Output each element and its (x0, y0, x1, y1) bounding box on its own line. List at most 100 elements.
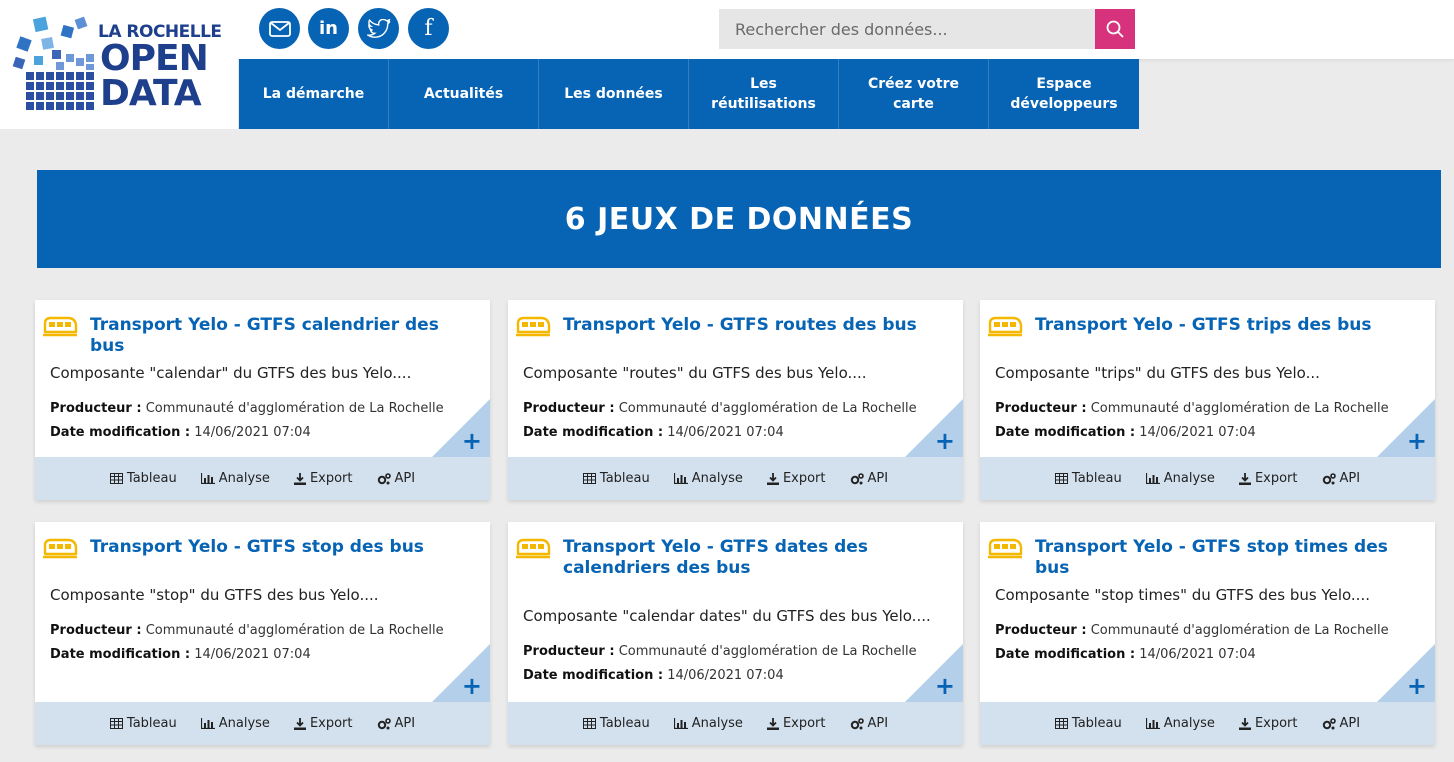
export-link[interactable]: Export (293, 471, 353, 486)
export-link[interactable]: Export (1238, 716, 1298, 731)
dataset-title[interactable]: Transport Yelo - GTFS stop des bus (90, 537, 478, 558)
facebook-button[interactable]: f (408, 8, 449, 49)
nav-item-donnees[interactable]: Les données (539, 59, 689, 129)
expand-corner[interactable]: + (1377, 644, 1435, 702)
dataset-card[interactable]: Transport Yelo - GTFS calendrier des bus… (35, 300, 490, 500)
linkedin-button[interactable]: in (308, 8, 349, 49)
logo-data: DATA (100, 73, 202, 114)
tableau-label: Tableau (599, 471, 650, 486)
producer-value: Communauté d'agglomération de La Rochell… (1090, 401, 1389, 416)
export-link[interactable]: Export (1238, 471, 1298, 486)
dataset-card[interactable]: Transport Yelo - GTFS routes des bus Comp… (508, 300, 963, 500)
api-link[interactable]: API (1322, 471, 1360, 486)
api-link[interactable]: API (377, 716, 415, 731)
dataset-title[interactable]: Transport Yelo - GTFS dates des calendri… (563, 537, 951, 579)
tableau-link[interactable]: Tableau (109, 471, 177, 486)
analyse-link[interactable]: Analyse (200, 471, 270, 486)
dataset-card[interactable]: Transport Yelo - GTFS stop times des bus… (980, 522, 1435, 745)
expand-corner[interactable]: + (432, 399, 490, 457)
bus-icon (988, 316, 1023, 337)
analyse-label: Analyse (1163, 471, 1215, 486)
bar-chart-icon (200, 473, 215, 484)
twitter-button[interactable] (358, 8, 399, 49)
date-label: Date modification : (50, 425, 191, 440)
dataset-date: Date modification : 14/06/2021 07:04 (50, 647, 311, 662)
plus-icon: + (934, 427, 955, 455)
api-label: API (1339, 716, 1361, 731)
date-value: 14/06/2021 07:04 (1139, 647, 1256, 662)
nav-item-actualites[interactable]: Actualités (389, 59, 539, 129)
analyse-link[interactable]: Analyse (673, 471, 743, 486)
dataset-title[interactable]: Transport Yelo - GTFS stop times des bus (1035, 537, 1423, 579)
search-input[interactable] (719, 9, 1095, 49)
export-link[interactable]: Export (766, 716, 826, 731)
producer-value: Communauté d'agglomération de La Rochell… (618, 644, 917, 659)
dataset-date: Date modification : 14/06/2021 07:04 (995, 425, 1256, 440)
tableau-label: Tableau (1071, 471, 1122, 486)
nav-item-demarche[interactable]: La démarche (239, 59, 389, 129)
expand-corner[interactable]: + (905, 644, 963, 702)
analyse-label: Analyse (691, 716, 743, 731)
tableau-link[interactable]: Tableau (109, 716, 177, 731)
analyse-link[interactable]: Analyse (673, 716, 743, 731)
nav-item-carte[interactable]: Créez votre carte (839, 59, 989, 129)
export-label: Export (309, 716, 353, 731)
api-link[interactable]: API (850, 471, 888, 486)
bus-icon (43, 538, 78, 559)
dataset-date: Date modification : 14/06/2021 07:04 (523, 668, 784, 683)
bus-icon-wrap (515, 315, 551, 337)
producer-value: Communauté d'agglomération de La Rochell… (1090, 623, 1389, 638)
dataset-description: Composante "calendar dates" du GTFS des … (523, 607, 931, 625)
api-link[interactable]: API (1322, 716, 1361, 731)
tableau-link[interactable]: Tableau (1054, 471, 1122, 486)
bus-icon (988, 538, 1023, 559)
bus-icon-wrap (42, 315, 78, 337)
api-link[interactable]: API (850, 716, 889, 731)
tableau-link[interactable]: Tableau (1054, 716, 1122, 731)
dataset-title[interactable]: Transport Yelo - GTFS trips des bus (1035, 315, 1423, 336)
api-label: API (867, 716, 889, 731)
card-actions: Tableau Analyse Export API (980, 702, 1435, 745)
dataset-title[interactable]: Transport Yelo - GTFS routes des bus (563, 315, 951, 336)
export-label: Export (1254, 471, 1298, 486)
tableau-link[interactable]: Tableau (582, 716, 650, 731)
dataset-description: Composante "trips" du GTFS des bus Yelo.… (995, 364, 1320, 382)
card-actions: Tableau Analyse Export API (980, 457, 1435, 500)
producer-value: Communauté d'agglomération de La Rochell… (618, 401, 917, 416)
dataset-card[interactable]: Transport Yelo - GTFS trips des bus Compo… (980, 300, 1435, 500)
plus-icon: + (461, 427, 482, 455)
analyse-link[interactable]: Analyse (200, 716, 270, 731)
dataset-card[interactable]: Transport Yelo - GTFS dates des calendri… (508, 522, 963, 745)
dataset-producer: Producteur : Communauté d'agglomération … (523, 401, 917, 416)
bar-chart-icon (673, 473, 688, 484)
expand-corner[interactable]: + (1377, 399, 1435, 457)
export-link[interactable]: Export (766, 471, 826, 486)
export-label: Export (782, 471, 826, 486)
dataset-card[interactable]: Transport Yelo - GTFS stop des bus Compos… (35, 522, 490, 745)
analyse-link[interactable]: Analyse (1145, 716, 1215, 731)
producer-value: Communauté d'agglomération de La Rochell… (145, 401, 444, 416)
api-link[interactable]: API (377, 471, 415, 486)
export-link[interactable]: Export (293, 716, 353, 731)
tableau-link[interactable]: Tableau (582, 471, 650, 486)
card-actions: Tableau Analyse Export API (508, 457, 963, 500)
bar-chart-icon (1145, 718, 1160, 729)
gears-icon (377, 717, 391, 729)
download-icon (293, 717, 306, 730)
tableau-label: Tableau (1071, 716, 1122, 731)
site-logo[interactable]: LA ROCHELLE OPEN DATA (0, 0, 238, 129)
expand-corner[interactable]: + (905, 399, 963, 457)
expand-corner[interactable]: + (432, 644, 490, 702)
plus-icon: + (934, 672, 955, 700)
search-button[interactable] (1095, 9, 1135, 49)
twitter-icon (366, 18, 391, 38)
nav-item-developpeurs[interactable]: Espace développeurs (989, 59, 1139, 129)
dataset-title[interactable]: Transport Yelo - GTFS calendrier des bus (90, 315, 478, 357)
mail-button[interactable] (259, 8, 300, 49)
download-icon (1238, 472, 1251, 485)
date-label: Date modification : (523, 668, 664, 683)
date-value: 14/06/2021 07:04 (1139, 425, 1256, 440)
nav-item-reutilisations[interactable]: Les réutilisations (689, 59, 839, 129)
card-actions: Tableau Analyse Export API (35, 457, 490, 500)
analyse-link[interactable]: Analyse (1145, 471, 1215, 486)
